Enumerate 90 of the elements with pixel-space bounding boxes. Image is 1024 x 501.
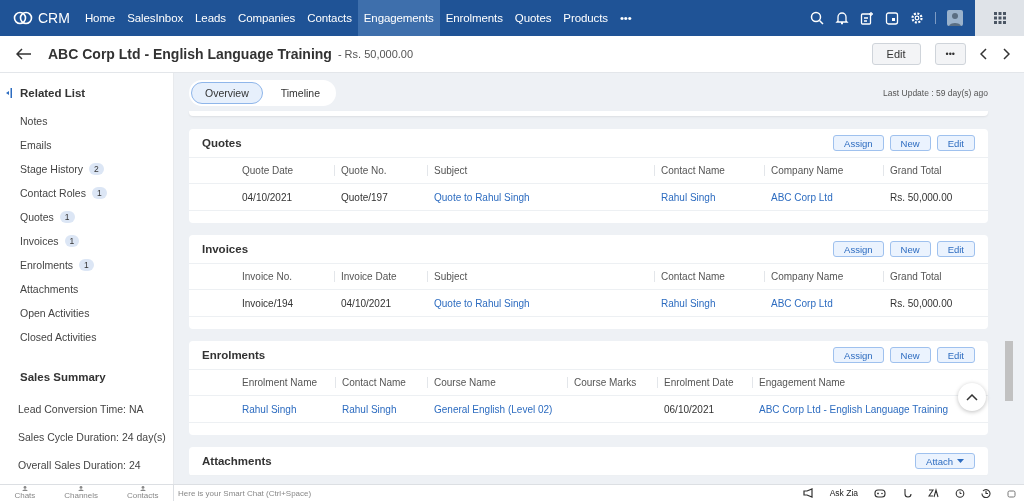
app-name: CRM [38, 10, 70, 26]
table-link[interactable]: Rahul Singh [661, 191, 716, 203]
count-badge: 1 [59, 211, 75, 223]
table-cell: Invoice/194 [242, 297, 294, 309]
nav-tab[interactable]: Contacts [301, 0, 358, 36]
section-title: Enrolments [202, 349, 266, 361]
section-action-button[interactable]: New [889, 135, 931, 151]
summary-text: Sales Cycle Duration: 24 day(s) [17, 431, 167, 445]
column-header: Enrolment Name [242, 377, 319, 388]
table-link[interactable]: ABC Corp Ltd [771, 297, 833, 309]
column-header: Subject [427, 271, 661, 282]
ask-zia-button[interactable]: Ask Zia [829, 488, 858, 498]
table-link[interactable]: Rahul Singh [242, 403, 297, 415]
table-cell: Quote/197 [341, 191, 388, 203]
nav-tab[interactable]: Leads [189, 0, 232, 36]
nav-tab[interactable]: Enrolments [439, 0, 509, 36]
more-tabs-button[interactable]: ••• [613, 0, 638, 36]
column-header: Invoice No. [242, 271, 294, 282]
section-action-button[interactable]: Assign [833, 135, 884, 151]
section-action-button[interactable]: Edit [936, 347, 975, 363]
related-list-item[interactable]: Enrolments [20, 259, 74, 271]
table-link[interactable]: ABC Corp Ltd - English Language Training [759, 403, 948, 415]
app-label[interactable]: Contacts [126, 491, 159, 500]
related-list-item[interactable]: Closed Activities [20, 331, 97, 343]
column-header: Invoice Date [334, 271, 434, 282]
nav-tab[interactable]: Companies [231, 0, 302, 36]
record-amount: - Rs. 50,000.00 [337, 48, 414, 60]
table-link[interactable]: Rahul Singh [661, 297, 716, 309]
section-title: Attachments [202, 455, 272, 467]
table-link[interactable]: Quote to Rahul Singh [434, 297, 530, 309]
nav-tab[interactable]: Products [557, 0, 614, 36]
count-badge: 1 [91, 187, 107, 199]
sales-summary-heading: Sales Summary [19, 370, 107, 385]
column-header: Course Marks [567, 377, 664, 388]
summary-text: Lead Conversion Time: NA [17, 403, 145, 417]
count-badge: 1 [79, 259, 94, 271]
table-link[interactable]: Quote to Rahul Singh [434, 191, 530, 203]
nav-tab[interactable]: Quotes [508, 0, 558, 36]
column-header: Subject [427, 165, 661, 176]
column-header: Contact Name [654, 271, 771, 282]
column-header: Grand Total [883, 165, 988, 176]
related-list-item[interactable]: Open Activities [20, 307, 90, 319]
related-list-item[interactable]: Stage History [20, 163, 84, 175]
attach-dropdown-button[interactable]: Attach [915, 453, 975, 469]
column-header: Course Name [427, 377, 574, 388]
related-list-heading: Related List [20, 87, 86, 99]
more-button[interactable]: ••• [934, 43, 966, 65]
related-list-item[interactable]: Emails [20, 139, 52, 151]
section-title: Quotes [202, 137, 242, 149]
app-label[interactable]: Chats [14, 491, 36, 500]
column-header: Grand Total [883, 271, 988, 282]
section-action-button[interactable]: Assign [833, 241, 884, 257]
column-header: Contact Name [335, 377, 434, 388]
table-cell: Rs. 50,000.00 [890, 297, 953, 309]
table-cell: 04/10/2021 [242, 191, 293, 203]
table-link[interactable]: ABC Corp Ltd [771, 191, 833, 203]
related-list-item[interactable]: Attachments [20, 283, 79, 295]
summary-text: Overall Sales Duration: 24 [17, 459, 142, 473]
count-badge: 2 [89, 163, 104, 175]
column-header: Contact Name [654, 165, 771, 176]
record-title: ABC Corp Ltd - English Language Training [48, 46, 332, 62]
nav-tab[interactable]: SalesInbox [121, 0, 190, 36]
table-link[interactable]: Rahul Singh [342, 403, 397, 415]
related-list-item[interactable]: Invoices [20, 235, 59, 247]
nav-tab[interactable]: Home [78, 0, 122, 36]
column-header: Enrolment Date [657, 377, 759, 388]
section-action-button[interactable]: New [889, 241, 931, 257]
related-list-item[interactable]: Quotes [20, 211, 54, 223]
section-title: Invoices [202, 243, 249, 255]
column-header: Company Name [764, 165, 890, 176]
related-list-item[interactable]: Notes [20, 115, 48, 127]
table-cell: 06/10/2021 [664, 403, 715, 415]
view-tab[interactable]: Timeline [266, 82, 335, 104]
related-list-item[interactable]: Contact Roles [20, 187, 86, 199]
section-action-button[interactable]: Edit [936, 135, 975, 151]
table-cell: 04/10/2021 [341, 297, 392, 309]
section-action-button[interactable]: Edit [936, 241, 975, 257]
section-action-button[interactable]: Assign [833, 347, 884, 363]
table-link[interactable]: General English (Level 02) [434, 403, 553, 415]
view-tab[interactable]: Overview [191, 82, 263, 104]
column-header: Company Name [764, 271, 890, 282]
section-action-button[interactable]: New [889, 347, 931, 363]
count-badge: 1 [64, 235, 80, 247]
last-update-text: Last Update : 59 day(s) ago [883, 88, 988, 98]
nav-tab[interactable]: Engagements [357, 0, 440, 36]
edit-button[interactable]: Edit [871, 43, 921, 65]
column-header: Quote No. [334, 165, 434, 176]
column-header: Quote Date [242, 165, 295, 176]
table-cell: Rs. 50,000.00 [890, 191, 953, 203]
app-label[interactable]: Channels [64, 491, 99, 500]
